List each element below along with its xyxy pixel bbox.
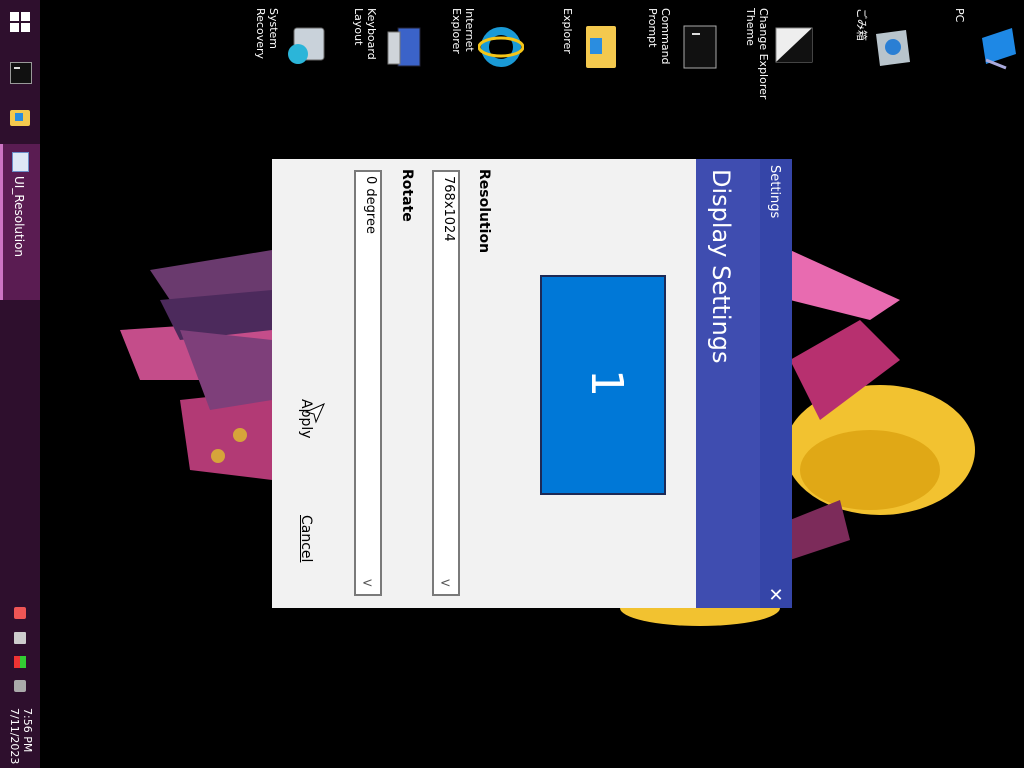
monitor-number: 1 bbox=[581, 369, 632, 397]
desktop-icon-label: ごみ箱 bbox=[855, 8, 868, 41]
recycle-bin-icon bbox=[876, 30, 910, 66]
clock-time: 7:56 PM bbox=[21, 708, 34, 753]
resolution-dropdown[interactable]: 768x1024 < bbox=[432, 170, 460, 596]
close-button[interactable]: ✕ bbox=[766, 586, 786, 606]
rotate-dropdown[interactable]: 0 degree < bbox=[354, 170, 382, 596]
window-title: Settings bbox=[767, 165, 782, 219]
desktop-icon-label: Internet Explorer bbox=[450, 8, 476, 54]
cancel-button[interactable]: Cancel bbox=[298, 515, 314, 562]
clock[interactable]: 7:56 PM 7/11/2023 bbox=[8, 708, 34, 768]
desktop-icon-change-explorer-theme[interactable]: Change Explorer Theme bbox=[744, 8, 844, 99]
desktop-icon-internet-explorer[interactable]: Internet Explorer bbox=[450, 8, 550, 98]
desktop-icon-keyboard-layout[interactable]: Keyboard Layout bbox=[352, 8, 452, 98]
desktop-icon-label: Explorer bbox=[561, 8, 574, 54]
desktop-icon-label: PC bbox=[953, 8, 966, 23]
resolution-value: 768x1024 bbox=[441, 176, 456, 242]
chevron-down-icon: < bbox=[362, 576, 373, 591]
taskbar-file-explorer[interactable] bbox=[0, 102, 40, 136]
mouse-cursor-icon bbox=[304, 403, 325, 424]
desktop-icon-label: System Recovery bbox=[254, 8, 280, 60]
volume-muted-icon[interactable] bbox=[14, 680, 26, 692]
clock-date: 7/11/2023 bbox=[8, 708, 21, 765]
color-icon[interactable] bbox=[14, 656, 26, 668]
desktop-icon-explorer[interactable]: Explorer bbox=[558, 8, 648, 98]
system-recovery-icon bbox=[288, 27, 325, 64]
desktop-icon-system-recovery[interactable]: System Recovery bbox=[254, 8, 354, 98]
chevron-down-icon: < bbox=[440, 576, 451, 591]
ui-resolution-app-icon bbox=[12, 152, 29, 172]
rotate-label: Rotate bbox=[399, 169, 415, 222]
windows-start-icon[interactable] bbox=[10, 12, 30, 32]
command-prompt-icon bbox=[10, 62, 32, 84]
folder-icon bbox=[586, 26, 616, 68]
taskbar-app-label: UI_Resolution bbox=[12, 176, 26, 258]
monitor-preview[interactable]: 1 bbox=[540, 275, 666, 495]
desktop-icon-pc[interactable]: PC bbox=[950, 8, 1024, 98]
command-prompt-icon bbox=[683, 25, 717, 69]
desktop-icon-label: Keyboard Layout bbox=[352, 8, 378, 60]
network-icon[interactable] bbox=[14, 607, 26, 619]
keyboard-icon[interactable] bbox=[14, 632, 26, 644]
rotate-value: 0 degree bbox=[363, 176, 378, 234]
taskbar: UI_Resolution 7:56 PM 7/11/2023 bbox=[0, 0, 40, 768]
desktop-icon-command-prompt[interactable]: Command Prompt bbox=[646, 8, 746, 98]
close-icon: ✕ bbox=[768, 585, 784, 606]
desktop-icon-label: Command Prompt bbox=[646, 8, 672, 65]
file-explorer-icon bbox=[10, 110, 30, 126]
dialog-title-bar[interactable] bbox=[760, 159, 792, 608]
keyboard-icon bbox=[387, 27, 421, 67]
taskbar-command-prompt[interactable] bbox=[0, 56, 40, 90]
internet-explorer-icon bbox=[478, 27, 524, 67]
resolution-label: Resolution bbox=[476, 169, 492, 254]
theme-icon bbox=[775, 27, 813, 63]
pc-icon bbox=[982, 28, 1016, 70]
display-settings-dialog: Settings ✕ Display Settings 1 Resolution… bbox=[272, 159, 792, 608]
desktop-icon-recycle-bin[interactable]: ごみ箱 bbox=[852, 8, 942, 98]
desktop-icon-label: Change Explorer Theme bbox=[744, 8, 770, 100]
dialog-heading: Display Settings bbox=[707, 169, 735, 364]
